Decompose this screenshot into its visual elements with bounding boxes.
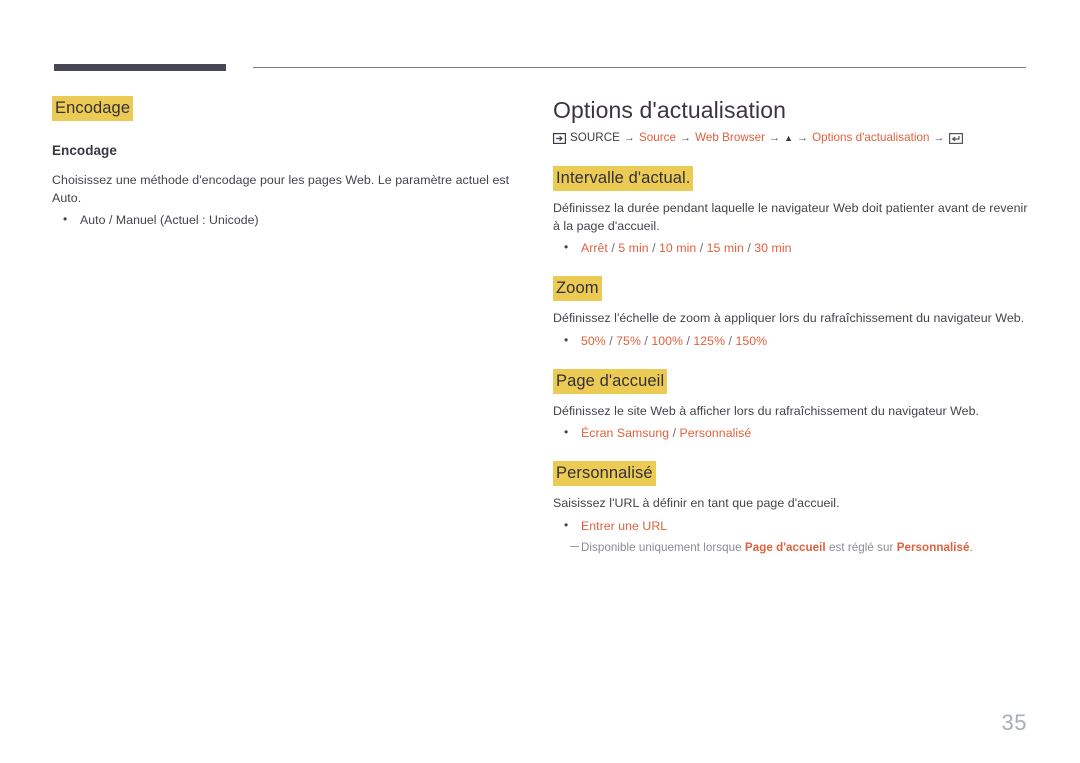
page-content: Encodage Encodage Choisissez une méthode… — [0, 0, 1080, 763]
breadcrumb-up-arrow-icon: ▲ — [784, 133, 794, 143]
options-list-page-accueil: Écran Samsung / Personnalisé — [553, 423, 1033, 442]
note-middle: est réglé sur — [825, 540, 897, 554]
section-description: Définissez la durée pendant laquelle le … — [553, 201, 1028, 233]
breadcrumb: SOURCE → Source → Web Browser → ▲ → Opti… — [553, 130, 1033, 146]
option-separator: / — [672, 426, 677, 440]
section-zoom: Zoom Définissez l'échelle de zoom à appl… — [553, 276, 1033, 350]
breadcrumb-item-source[interactable]: Source — [639, 130, 676, 146]
page-title: Options d'actualisation — [553, 97, 786, 123]
left-column: Encodage Encodage Choisissez une méthode… — [52, 96, 522, 231]
option-value[interactable]: 150% — [735, 334, 767, 348]
option-value[interactable]: Personnalisé — [680, 426, 752, 440]
breadcrumb-arrow-icon: → — [680, 132, 692, 144]
option-value[interactable]: 100% — [651, 334, 683, 348]
list-item: Auto / Manuel (Actuel : Unicode) — [52, 210, 522, 229]
subheading-encodage: Encodage — [52, 143, 117, 158]
option-separator: / — [611, 241, 615, 255]
option-separator: / — [686, 333, 690, 348]
option-separator: / — [747, 241, 751, 255]
breadcrumb-arrow-icon: → — [933, 132, 945, 144]
left-options-list: Auto / Manuel (Actuel : Unicode) — [52, 210, 522, 229]
right-column: Options d'actualisation SOURCE → Source … — [553, 96, 1033, 556]
section-heading-page-accueil: Page d'accueil — [553, 368, 668, 394]
options-list-personnalise: Entrer une URL — [553, 516, 1033, 535]
section-note: Disponible uniquement lorsque Page d'acc… — [553, 540, 1033, 556]
section-description: Saisissez l'URL à définir en tant que pa… — [553, 496, 840, 510]
option-value[interactable]: 50% — [581, 334, 606, 348]
option-value[interactable]: 5 min — [618, 241, 648, 255]
section-heading-intervalle: Intervalle d'actual. — [553, 166, 694, 191]
section-heading-zoom: Zoom — [553, 276, 602, 301]
breadcrumb-item-options-actualisation[interactable]: Options d'actualisation — [812, 130, 929, 146]
note-suffix: . — [969, 540, 973, 554]
list-item: Arrêt / 5 min / 10 min / 15 min / 30 min — [553, 238, 1033, 257]
option-value[interactable]: 30 min — [754, 241, 791, 255]
source-input-icon — [553, 132, 566, 144]
note-prefix: Disponible uniquement lorsque — [581, 540, 745, 554]
list-item: Entrer une URL — [553, 516, 1033, 535]
option-value[interactable]: 15 min — [707, 241, 744, 255]
option-separator: / — [699, 241, 704, 255]
option-separator: / — [652, 241, 656, 255]
option-separator: / — [609, 333, 613, 348]
page-number: 35 — [1001, 710, 1027, 735]
options-list-intervalle: Arrêt / 5 min / 10 min / 15 min / 30 min — [553, 238, 1033, 257]
option-separator: / — [644, 333, 648, 348]
breadcrumb-arrow-icon: → — [623, 132, 635, 144]
left-description: Choisissez une méthode d'encodage pour l… — [52, 173, 510, 205]
section-description: Définissez le site Web à afficher lors d… — [553, 403, 980, 418]
section-page-accueil: Page d'accueil Définissez le site Web à … — [553, 368, 1033, 443]
option-value[interactable]: Entrer une URL — [581, 519, 667, 533]
option-value[interactable]: 125% — [693, 334, 725, 348]
options-list-zoom: 50% / 75% / 100% / 125% / 150% — [553, 331, 1033, 350]
list-item: 50% / 75% / 100% / 125% / 150% — [553, 331, 1033, 350]
breadcrumb-arrow-icon: → — [769, 132, 781, 144]
breadcrumb-arrow-icon: → — [797, 132, 809, 144]
option-value[interactable]: Arrêt — [581, 241, 608, 255]
section-intervalle-actualisation: Intervalle d'actual. Définissez la durée… — [553, 166, 1033, 257]
option-value[interactable]: 75% — [616, 334, 641, 348]
option-value: Auto / Manuel (Actuel : Unicode) — [80, 213, 259, 227]
option-value[interactable]: 10 min — [659, 241, 696, 255]
option-separator: / — [728, 333, 732, 348]
section-personnalise: Personnalisé Saisissez l'URL à définir e… — [553, 461, 1033, 556]
breadcrumb-item-web-browser[interactable]: Web Browser — [695, 130, 765, 146]
section-description: Définissez l'échelle de zoom à appliquer… — [553, 311, 1025, 325]
section-heading-personnalise: Personnalisé — [553, 461, 656, 486]
breadcrumb-item-source-key: SOURCE — [570, 131, 620, 144]
section-heading-encodage: Encodage — [52, 96, 134, 121]
list-item: Écran Samsung / Personnalisé — [553, 423, 1033, 442]
enter-key-icon — [948, 132, 963, 144]
left-section-heading-wrap: Encodage — [52, 96, 522, 121]
option-value[interactable]: Écran Samsung — [581, 426, 669, 440]
note-term-personnalise: Personnalisé — [896, 540, 970, 554]
note-term-page-accueil: Page d'accueil — [744, 540, 826, 554]
